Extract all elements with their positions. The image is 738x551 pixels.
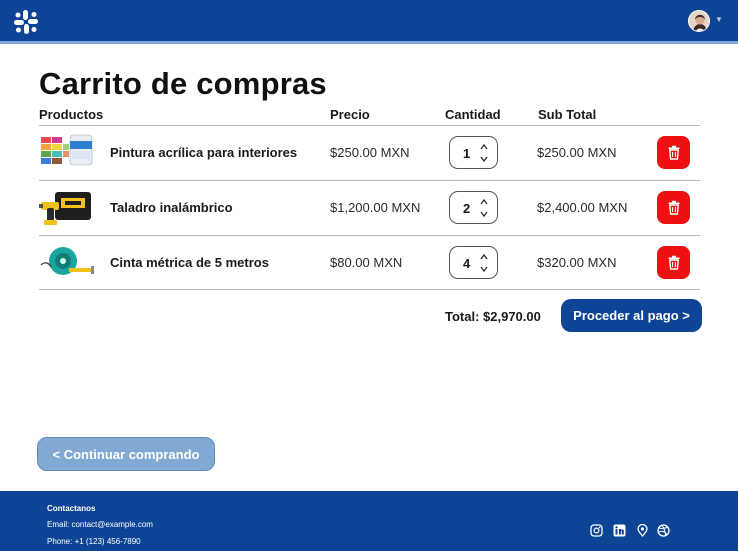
- chevron-up-icon[interactable]: [478, 197, 490, 207]
- product-name[interactable]: Cinta métrica de 5 metros: [110, 255, 269, 270]
- top-navbar: ▼: [0, 0, 738, 41]
- paint-samples-image: [41, 134, 93, 166]
- checkout-button[interactable]: Proceder al pago >: [561, 299, 702, 332]
- product-subtotal: $320.00 MXN: [537, 255, 617, 270]
- quantity-stepper[interactable]: 1: [449, 136, 498, 169]
- product-price: $250.00 MXN: [330, 145, 410, 160]
- header-accent-line: [0, 41, 738, 44]
- quantity-value: 4: [463, 256, 471, 271]
- product-name[interactable]: Taladro inalámbrico: [110, 200, 233, 215]
- logo-icon[interactable]: [13, 9, 39, 35]
- chevron-up-icon[interactable]: [478, 142, 490, 152]
- column-header-products: Productos: [39, 107, 104, 122]
- page-title: Carrito de compras: [39, 66, 327, 101]
- quantity-value: 1: [463, 146, 471, 161]
- avatar[interactable]: [688, 10, 710, 32]
- location-icon[interactable]: [636, 524, 649, 537]
- product-subtotal: $2,400.00 MXN: [537, 200, 628, 215]
- user-avatar-icon: [689, 11, 709, 31]
- product-subtotal: $250.00 MXN: [537, 145, 617, 160]
- tape-measure-image: [40, 247, 94, 275]
- delete-button[interactable]: [657, 246, 690, 279]
- table-divider: [39, 289, 700, 290]
- chevron-down-icon[interactable]: ▼: [715, 16, 723, 24]
- user-menu[interactable]: ▼: [688, 10, 724, 32]
- trash-icon: [668, 145, 679, 160]
- quantity-stepper[interactable]: 2: [449, 191, 498, 224]
- chevron-down-icon[interactable]: [478, 264, 490, 274]
- cart-total: Total: $2,970.00: [445, 309, 541, 324]
- product-price: $80.00 MXN: [330, 255, 403, 270]
- footer: Contactanos Email: contact@example.com P…: [0, 491, 738, 551]
- trash-icon: [668, 255, 679, 270]
- footer-phone[interactable]: Phone: +1 (123) 456-7890: [47, 537, 141, 546]
- continue-shopping-button[interactable]: < Continuar comprando: [37, 437, 215, 471]
- cordless-drill-image: [39, 192, 91, 225]
- dribbble-icon[interactable]: [657, 524, 670, 537]
- column-header-quantity: Cantidad: [445, 107, 501, 122]
- column-header-price: Precio: [330, 107, 370, 122]
- chevron-up-icon[interactable]: [478, 252, 490, 262]
- footer-contact-title: Contactanos: [47, 504, 96, 513]
- table-row: Cinta métrica de 5 metros $80.00 MXN 4 $…: [39, 236, 700, 290]
- delete-button[interactable]: [657, 191, 690, 224]
- chevron-down-icon[interactable]: [478, 154, 490, 164]
- footer-email[interactable]: Email: contact@example.com: [47, 520, 153, 529]
- table-row: Pintura acrílica para interiores $250.00…: [39, 126, 700, 180]
- chevron-down-icon[interactable]: [478, 209, 490, 219]
- instagram-icon[interactable]: [590, 524, 603, 537]
- quantity-value: 2: [463, 201, 471, 216]
- product-name[interactable]: Pintura acrílica para interiores: [110, 145, 297, 160]
- trash-icon: [668, 200, 679, 215]
- product-price: $1,200.00 MXN: [330, 200, 421, 215]
- linkedin-icon[interactable]: [613, 524, 626, 537]
- column-header-subtotal: Sub Total: [538, 107, 597, 122]
- delete-button[interactable]: [657, 136, 690, 169]
- quantity-stepper[interactable]: 4: [449, 246, 498, 279]
- table-row: Taladro inalámbrico $1,200.00 MXN 2 $2,4…: [39, 181, 700, 235]
